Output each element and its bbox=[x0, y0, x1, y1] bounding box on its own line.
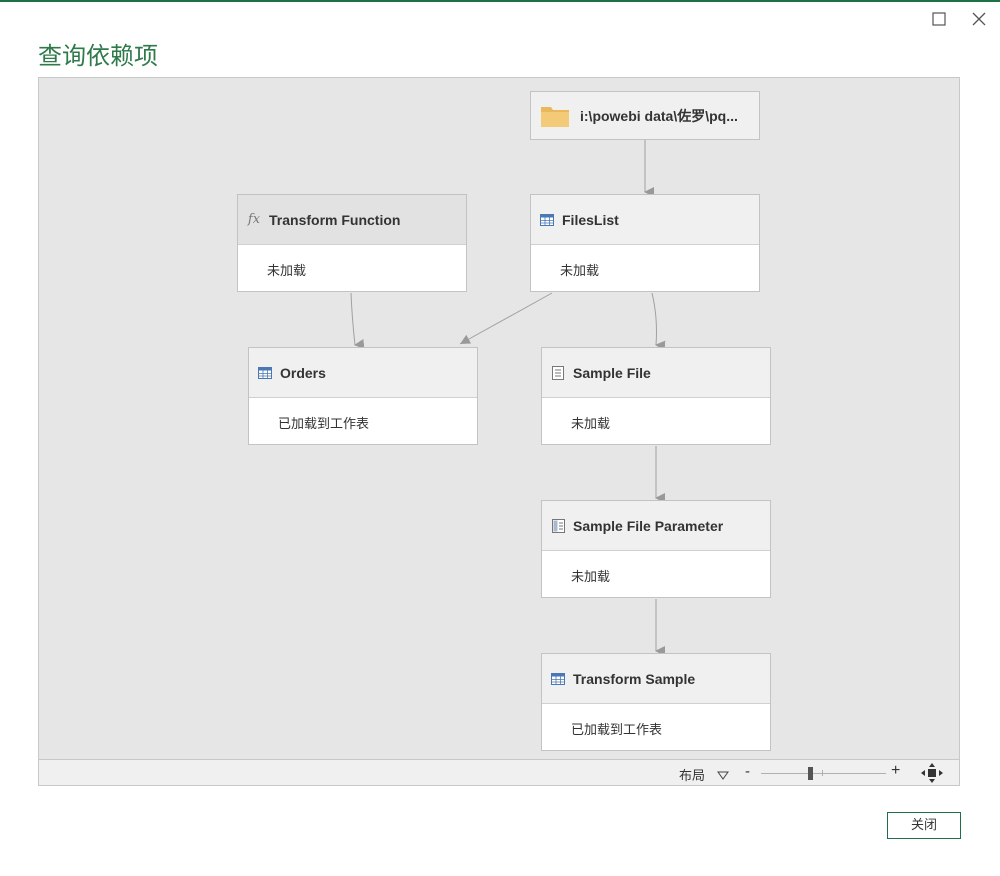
node-title: Transform Sample bbox=[573, 670, 696, 687]
node-sample-file[interactable]: Sample File 未加载 bbox=[541, 347, 771, 445]
node-header: Orders bbox=[249, 348, 477, 398]
maximize-icon[interactable] bbox=[930, 10, 948, 28]
zoom-in-button[interactable]: + bbox=[891, 762, 900, 780]
node-transform-sample[interactable]: Transform Sample 已加载到工作表 bbox=[541, 653, 771, 751]
close-icon[interactable] bbox=[970, 10, 988, 28]
node-status: 未加载 bbox=[267, 263, 307, 279]
close-button[interactable]: 关闭 bbox=[887, 812, 961, 839]
node-header: Sample File bbox=[542, 348, 770, 398]
table-icon bbox=[540, 213, 554, 227]
node-header: Sample File Parameter bbox=[542, 501, 770, 551]
zoom-slider-track[interactable] bbox=[761, 773, 886, 774]
dialog-title: 查询依赖项 bbox=[38, 42, 158, 70]
zoom-slider-thumb[interactable] bbox=[808, 767, 813, 780]
node-status: 未加载 bbox=[571, 416, 611, 432]
node-orders[interactable]: Orders 已加载到工作表 bbox=[248, 347, 478, 445]
edge-fileslist-samplefile bbox=[651, 292, 666, 351]
dependency-edges bbox=[350, 140, 666, 656]
window-top-border bbox=[0, 0, 1000, 2]
node-status: 已加载到工作表 bbox=[278, 416, 370, 432]
node-title: Sample File Parameter bbox=[573, 517, 724, 534]
zoom-slider-tick bbox=[822, 770, 823, 776]
node-sample-file-parameter[interactable]: Sample File Parameter 未加载 bbox=[541, 500, 771, 598]
folder-icon bbox=[540, 104, 570, 128]
node-fileslist[interactable]: FilesList 未加载 bbox=[530, 194, 760, 292]
edge-transform-function-orders bbox=[350, 292, 365, 349]
source-label: i:\powebi data\佐罗\pq... bbox=[580, 107, 738, 124]
zoom-out-button[interactable]: - bbox=[745, 763, 750, 780]
node-title: Sample File bbox=[573, 364, 651, 381]
table-icon bbox=[551, 672, 565, 686]
node-header: fx Transform Function bbox=[238, 195, 466, 245]
node-header: FilesList bbox=[531, 195, 759, 245]
document-icon bbox=[551, 365, 565, 380]
layout-dropdown-icon[interactable] bbox=[717, 768, 729, 780]
node-title: FilesList bbox=[562, 211, 619, 228]
fit-to-screen-icon[interactable] bbox=[921, 763, 943, 783]
node-title: Orders bbox=[280, 364, 326, 381]
node-source-folder[interactable]: i:\powebi data\佐罗\pq... bbox=[530, 91, 760, 140]
node-status: 未加载 bbox=[560, 263, 600, 279]
layout-label[interactable]: 布局 bbox=[679, 765, 705, 784]
dependency-graph-canvas[interactable]: i:\powebi data\佐罗\pq... fx Transform Fun… bbox=[38, 77, 960, 759]
parameter-icon bbox=[551, 518, 565, 533]
function-icon: fx bbox=[247, 212, 261, 227]
table-icon bbox=[258, 366, 272, 380]
node-title: Transform Function bbox=[269, 211, 401, 228]
node-header: Transform Sample bbox=[542, 654, 770, 704]
node-transform-function[interactable]: fx Transform Function 未加载 bbox=[237, 194, 467, 292]
node-status: 已加载到工作表 bbox=[571, 722, 663, 738]
graph-statusbar: 布局 - + bbox=[38, 759, 960, 786]
node-status: 未加载 bbox=[571, 569, 611, 585]
edge-fileslist-orders bbox=[459, 292, 553, 345]
